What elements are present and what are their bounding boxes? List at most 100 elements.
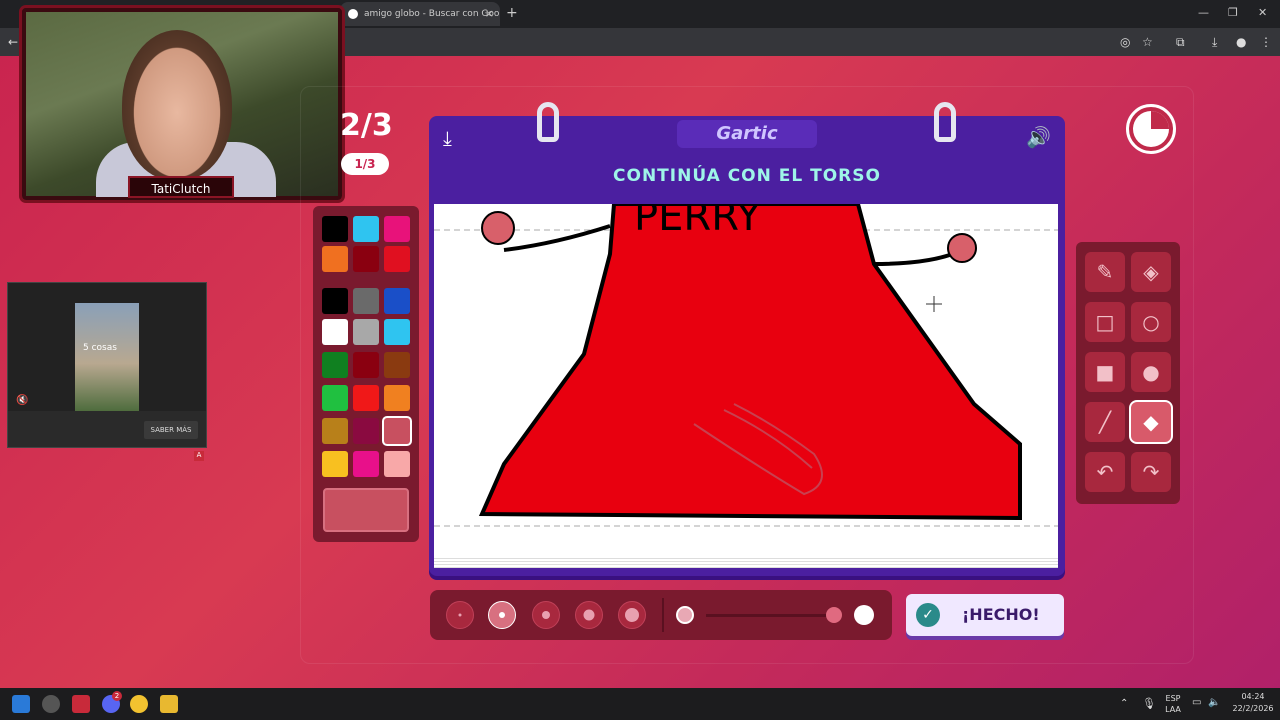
video-ad[interactable]: 5 cosas 🔇 SABER MÁS A xyxy=(7,282,207,461)
download-icon[interactable]: ⤓ xyxy=(1212,35,1217,50)
rectangle-outline-icon[interactable]: □ xyxy=(1085,302,1125,342)
menu-icon[interactable]: ⋮ xyxy=(1260,35,1272,49)
star-icon[interactable]: ☆ xyxy=(1142,35,1153,49)
brush-size-2[interactable] xyxy=(488,601,516,629)
profile-icon[interactable]: ● xyxy=(1236,35,1246,49)
rectangle-filled-icon[interactable]: ■ xyxy=(1085,352,1125,392)
sound-icon[interactable]: 🔊 xyxy=(1026,125,1051,149)
file-explorer-icon[interactable] xyxy=(160,695,178,713)
obs-icon[interactable] xyxy=(42,695,60,713)
color-swatch[interactable] xyxy=(384,451,410,477)
redo-icon[interactable]: ↷ xyxy=(1131,452,1171,492)
ellipse-filled-icon[interactable]: ● xyxy=(1131,352,1171,392)
back-icon[interactable]: ← xyxy=(8,35,18,49)
ellipse-outline-icon[interactable]: ○ xyxy=(1131,302,1171,342)
clock-date[interactable]: 22/2/2026 xyxy=(1228,704,1278,713)
tool-panel: ✎ ◈ □ ○ ■ ● ╱ ◆ ↶ ↷ xyxy=(1076,242,1180,504)
color-swatch[interactable] xyxy=(353,418,379,444)
notebook-pages xyxy=(434,556,1058,568)
chrome-icon[interactable] xyxy=(130,695,148,713)
color-swatch[interactable] xyxy=(353,319,379,345)
color-swatch[interactable] xyxy=(353,451,379,477)
color-swatch[interactable] xyxy=(384,418,410,444)
ad-cta-button[interactable]: SABER MÁS xyxy=(144,421,198,439)
canvas-text: PERRY xyxy=(634,204,761,240)
color-swatch[interactable] xyxy=(322,418,348,444)
color-swatch[interactable] xyxy=(322,246,348,272)
clock-time[interactable]: 04:24 xyxy=(1230,692,1276,701)
language-2[interactable]: LAA xyxy=(1162,705,1184,714)
opacity-slider[interactable] xyxy=(706,614,838,617)
current-color-preview xyxy=(323,488,409,532)
opacity-slider-knob[interactable] xyxy=(826,607,842,623)
color-swatch[interactable] xyxy=(353,352,379,378)
color-swatch[interactable] xyxy=(384,385,410,411)
brush-size-3[interactable] xyxy=(532,601,560,629)
round-label: 2/3 xyxy=(340,108,393,143)
ad-footer: SABER MÁS xyxy=(8,411,206,447)
timer-icon xyxy=(1126,104,1176,154)
opacity-high-icon xyxy=(854,605,874,625)
download-drawing-icon[interactable]: ⤓ xyxy=(443,126,452,150)
close-tab-icon[interactable]: × xyxy=(485,7,494,20)
undo-icon[interactable]: ↶ xyxy=(1085,452,1125,492)
brush-size-1[interactable] xyxy=(446,601,474,629)
extensions-icon[interactable]: ⧉ xyxy=(1176,35,1185,50)
streamer-name: TatiClutch xyxy=(128,176,234,198)
brush-size-4[interactable] xyxy=(575,601,603,629)
color-swatch[interactable] xyxy=(322,352,348,378)
gartic-logo: Gartic xyxy=(677,120,817,148)
color-swatch[interactable] xyxy=(353,385,379,411)
eraser-icon[interactable]: ◈ xyxy=(1131,252,1171,292)
drawing-notebook: ⤓ Gartic 🔊 CONTINÚA CON EL TORSO PERRY xyxy=(429,102,1065,576)
done-button[interactable]: ✓ ¡HECHO! xyxy=(906,594,1064,636)
eye-off-icon[interactable]: ◎ xyxy=(1120,35,1130,49)
webcam-overlay xyxy=(22,8,342,200)
check-icon: ✓ xyxy=(916,603,940,627)
maximize-icon[interactable]: ❐ xyxy=(1228,6,1238,19)
ad-badge: A xyxy=(194,451,204,461)
color-swatch[interactable] xyxy=(384,288,410,314)
notification-badge: 2 xyxy=(112,691,122,701)
color-swatch[interactable] xyxy=(322,319,348,345)
color-swatch[interactable] xyxy=(322,385,348,411)
ad-video[interactable]: 5 cosas xyxy=(75,303,139,413)
drawing-canvas[interactable]: PERRY xyxy=(434,204,1058,564)
color-swatch[interactable] xyxy=(353,246,379,272)
color-swatch[interactable] xyxy=(384,352,410,378)
brush-size-5[interactable] xyxy=(618,601,646,629)
chevron-up-icon[interactable]: ⌃ xyxy=(1120,698,1128,709)
mic-icon[interactable]: 🎙 xyxy=(1142,697,1156,710)
new-tab-button[interactable]: + xyxy=(506,5,518,21)
close-window-icon[interactable]: ✕ xyxy=(1258,6,1267,19)
bucket-icon[interactable]: ◆ xyxy=(1131,402,1171,442)
round-pill: 1/3 xyxy=(341,153,389,175)
voicemeeter-icon[interactable] xyxy=(72,695,90,713)
color-swatch[interactable] xyxy=(322,288,348,314)
color-swatch[interactable] xyxy=(384,246,410,272)
pencil-icon[interactable]: ✎ xyxy=(1085,252,1125,292)
notebook-ring xyxy=(537,102,559,142)
ad-video-text: 5 cosas xyxy=(83,343,117,353)
tab-title: amigo globo - Buscar con Goo... xyxy=(364,9,500,19)
color-swatch[interactable] xyxy=(322,216,348,242)
color-swatch[interactable] xyxy=(353,216,379,242)
color-swatch[interactable] xyxy=(322,451,348,477)
mute-icon[interactable]: 🔇 xyxy=(16,395,28,406)
color-swatch[interactable] xyxy=(353,288,379,314)
browser-tab[interactable]: amigo globo - Buscar con Goo... × xyxy=(340,2,500,26)
language-1[interactable]: ESP xyxy=(1162,694,1184,703)
brush-controls xyxy=(430,590,892,640)
color-palette xyxy=(313,206,419,542)
color-swatch[interactable] xyxy=(384,216,410,242)
divider xyxy=(662,598,664,632)
line-icon[interactable]: ╱ xyxy=(1085,402,1125,442)
webcam-person xyxy=(122,30,232,180)
color-swatch[interactable] xyxy=(384,319,410,345)
windows-start-icon[interactable] xyxy=(12,695,30,713)
minimize-icon[interactable]: — xyxy=(1198,6,1209,19)
instruction-title: CONTINÚA CON EL TORSO xyxy=(613,166,881,186)
volume-icon[interactable]: 🔈 xyxy=(1208,697,1220,708)
network-icon[interactable]: ▭ xyxy=(1192,697,1201,708)
taskbar: 2 ⌃ 🎙 ESP LAA ▭ 🔈 04:24 22/2/2026 xyxy=(0,688,1280,720)
